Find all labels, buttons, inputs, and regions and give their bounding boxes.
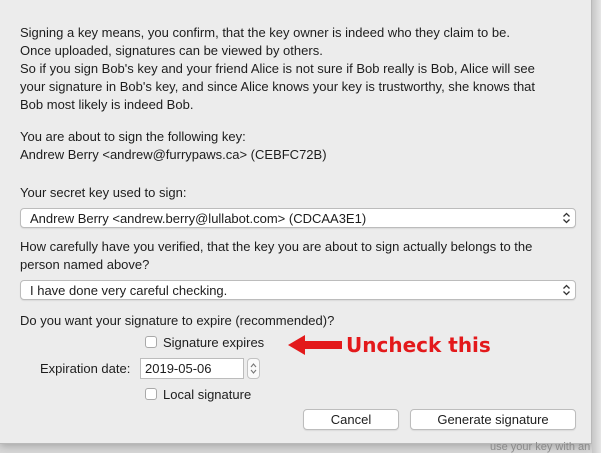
cancel-button[interactable]: Cancel [303, 409, 399, 430]
date-stepper[interactable] [247, 358, 260, 379]
target-key-label: You are about to sign the following key: [20, 129, 246, 144]
intro-line-4: your signature in Bob's key, and since A… [20, 79, 536, 94]
intro-line-5: Bob most likely is indeed Bob. [20, 97, 194, 112]
expiry-question: Do you want your signature to expire (re… [20, 313, 335, 328]
chevron-updown-icon [563, 284, 570, 296]
window-right-edge [592, 0, 601, 453]
verification-label-line-2: person named above? [20, 257, 150, 272]
sign-key-dialog: Signing a key means, you confirm, that t… [0, 0, 592, 444]
stepper-arrows-icon [250, 363, 257, 374]
secret-key-label: Your secret key used to sign: [20, 185, 187, 200]
target-key-value: Andrew Berry <andrew@furrypaws.ca> (CEBF… [20, 147, 327, 162]
chevron-updown-icon [563, 212, 570, 224]
generate-signature-button[interactable]: Generate signature [410, 409, 576, 430]
local-signature-label[interactable]: Local signature [163, 387, 251, 402]
red-arrow-icon [288, 335, 342, 355]
intro-line-3: So if you sign Bob's key and your friend… [20, 61, 535, 76]
intro-line-2: Once uploaded, signatures can be viewed … [20, 43, 323, 58]
expiration-date-input[interactable] [140, 358, 244, 379]
signature-expires-label[interactable]: Signature expires [163, 335, 264, 350]
local-signature-checkbox[interactable] [145, 388, 157, 400]
signature-expires-checkbox[interactable] [145, 336, 157, 348]
verification-selected-value: I have done very careful checking. [30, 283, 228, 298]
intro-line-1: Signing a key means, you confirm, that t… [20, 25, 510, 40]
verification-label-line-1: How carefully have you verified, that th… [20, 239, 533, 254]
secret-key-select[interactable]: Andrew Berry <andrew.berry@lullabot.com>… [20, 208, 576, 228]
secret-key-selected-value: Andrew Berry <andrew.berry@lullabot.com>… [30, 211, 367, 226]
annotation-text: Uncheck this [346, 333, 491, 357]
expiration-date-label: Expiration date: [40, 361, 131, 376]
background-text: use your key with an [490, 441, 591, 453]
verification-select[interactable]: I have done very careful checking. [20, 280, 576, 300]
